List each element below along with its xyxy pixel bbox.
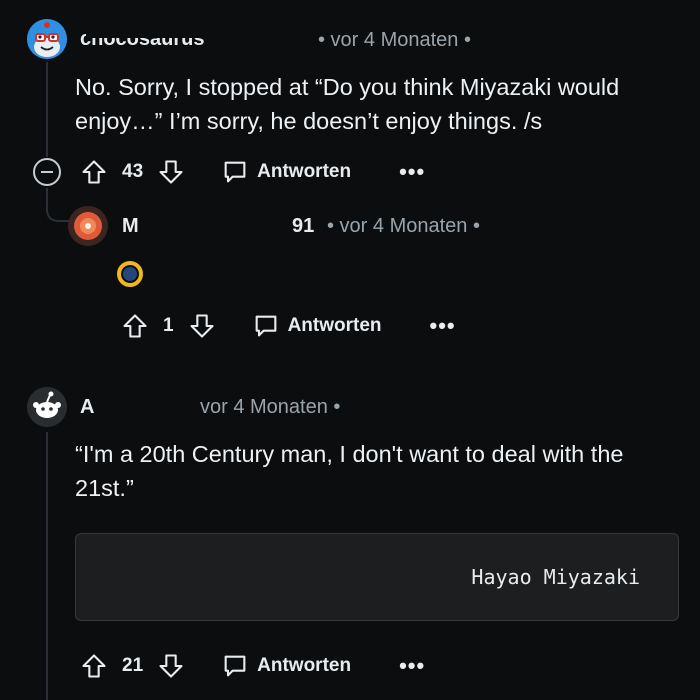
username-redaction	[138, 208, 288, 226]
upvote-icon[interactable]	[80, 652, 108, 680]
comment-body-line: enjoy…” I’m sorry, he doesn’t enjoy thin…	[75, 108, 543, 134]
user-avatar[interactable]	[68, 206, 108, 246]
thread-line	[46, 62, 48, 157]
thread-line	[46, 432, 48, 700]
downvote-icon[interactable]	[157, 158, 185, 186]
comment-timestamp: vor 4 Monaten •	[200, 396, 341, 418]
comment-icon	[224, 655, 246, 677]
comment-actions: 1 Antworten •••	[121, 306, 456, 346]
quote-text: Hayao Miyazaki	[471, 565, 640, 589]
comment-username-tail: 91	[292, 215, 315, 237]
more-options-button[interactable]: •••	[399, 653, 425, 679]
comment-timestamp: • vor 4 Monaten •	[318, 29, 471, 51]
quote-block: Hayao Miyazaki	[75, 533, 679, 621]
comment-actions: 43 Antworten •••	[80, 152, 425, 192]
downvote-icon[interactable]	[188, 312, 216, 340]
comment-timestamp: • vor 4 Monaten •	[327, 215, 480, 237]
vote-count: 21	[122, 655, 144, 676]
comment-body-line: 21st.”	[75, 475, 134, 501]
reply-button[interactable]: Antworten	[221, 652, 351, 680]
upvote-icon[interactable]	[121, 312, 149, 340]
comment-body-line: No. Sorry, I stopped at “Do you think Mi…	[75, 74, 620, 100]
reply-button[interactable]: Antworten	[221, 158, 351, 186]
reply-label: Antworten	[257, 161, 352, 182]
vote-count: 43	[122, 161, 144, 182]
reply-label: Antworten	[287, 315, 382, 336]
comment-username[interactable]: A	[80, 396, 94, 419]
comment-icon	[224, 161, 246, 183]
user-avatar[interactable]	[27, 19, 67, 59]
reply-label: Antworten	[257, 655, 352, 676]
upvote-icon[interactable]	[80, 158, 108, 186]
vote-count: 1	[163, 315, 174, 336]
emoji-reaction-icon	[115, 259, 145, 294]
reply-button[interactable]: Antworten	[252, 312, 382, 340]
comment-icon	[255, 315, 276, 337]
more-options-button[interactable]: •••	[430, 313, 456, 339]
comment-actions: 21 Antworten •••	[80, 646, 425, 686]
comment-body-line: “I'm a 20th Century man, I don't want to…	[75, 441, 624, 467]
user-avatar[interactable]	[27, 387, 67, 427]
downvote-icon[interactable]	[157, 652, 185, 680]
username-redaction	[96, 390, 200, 408]
username-redaction	[86, 22, 316, 38]
more-options-button[interactable]: •••	[399, 159, 425, 185]
collapse-thread-button[interactable]	[33, 158, 61, 186]
comment-username[interactable]: M	[122, 215, 139, 238]
